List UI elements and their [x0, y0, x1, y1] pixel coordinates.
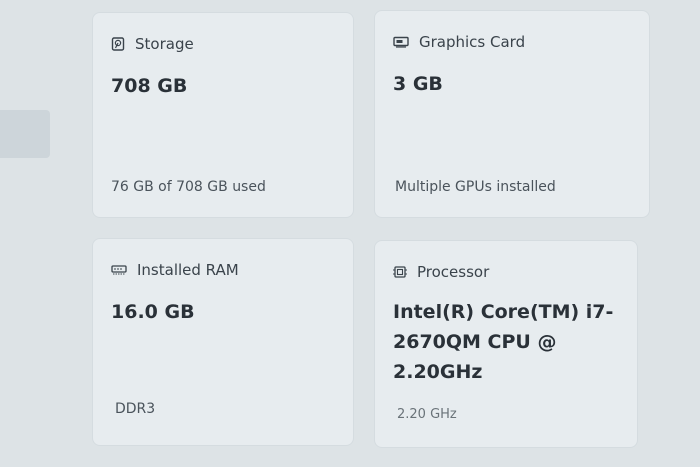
graphics-label: Graphics Card [419, 33, 526, 51]
nav-stub [0, 110, 50, 158]
graphics-value: 3 GB [393, 73, 443, 95]
ram-header: Installed RAM [111, 261, 239, 279]
storage-drive-icon [111, 37, 125, 51]
processor-value: Intel(R) Core(TM) i7-2670QM CPU @ 2.20GH… [393, 301, 614, 383]
storage-header: Storage [111, 35, 194, 53]
graphics-detail: Multiple GPUs installed [395, 179, 556, 195]
processor-card[interactable]: Processor Intel(R) Core(TM) i7-2670QM CP… [374, 240, 638, 448]
processor-header: Processor [393, 263, 489, 281]
installed-ram-card[interactable]: Installed RAM 16.0 GB DDR3 [92, 238, 354, 446]
storage-card[interactable]: Storage 708 GB 76 GB of 708 GB used [92, 12, 354, 218]
ram-label: Installed RAM [137, 261, 239, 279]
storage-value: 708 GB [111, 75, 188, 97]
memory-ram-icon [111, 263, 127, 277]
processor-chip-icon [393, 265, 407, 279]
processor-label: Processor [417, 263, 490, 281]
storage-label: Storage [135, 35, 194, 53]
graphics-card-card[interactable]: Graphics Card 3 GB Multiple GPUs install… [374, 10, 650, 218]
processor-detail: 2.20 GHz [397, 407, 457, 422]
graphics-card-icon [393, 35, 409, 49]
ram-detail: DDR3 [115, 401, 156, 417]
graphics-header: Graphics Card [393, 33, 525, 51]
ram-value: 16.0 GB [111, 301, 195, 323]
storage-detail: 76 GB of 708 GB used [111, 179, 266, 195]
